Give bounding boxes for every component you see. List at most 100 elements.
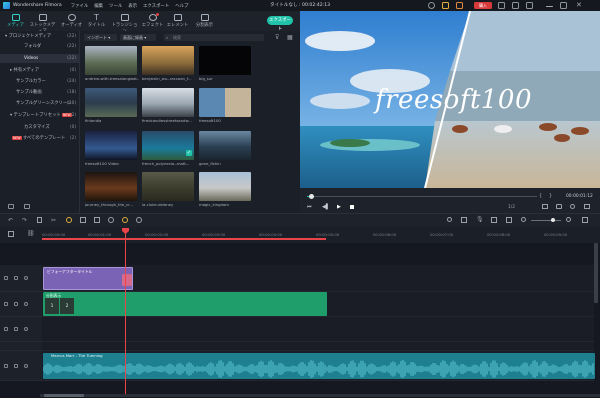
menu-edit[interactable]: 編集 (94, 3, 103, 9)
mark-in-icon[interactable]: { (539, 193, 542, 199)
horizontal-scrollbar[interactable] (40, 394, 600, 397)
undo-icon[interactable]: ↶ (8, 217, 13, 224)
lightbulb-icon[interactable] (442, 2, 449, 9)
cloud-icon[interactable] (428, 2, 435, 9)
playhead-line[interactable] (125, 231, 126, 394)
lock-icon[interactable] (14, 363, 18, 368)
play-icon[interactable]: ▶ (337, 204, 341, 210)
thumb-clip-4[interactable] (85, 88, 137, 117)
sidebar-item-folder[interactable]: フォルダ (22) (0, 42, 80, 51)
vertical-scrollbar[interactable] (594, 243, 598, 303)
zoom-select[interactable]: 1/2 (508, 205, 515, 210)
close-icon[interactable]: ✕ (576, 1, 582, 9)
microphone-icon[interactable]: 🎙 (476, 216, 484, 223)
thumb-clip-5[interactable] (142, 88, 194, 117)
fit-icon[interactable] (582, 217, 588, 223)
new-folder-icon[interactable] (8, 204, 14, 209)
sidebar-item-all-templates[interactable]: NEW すべてのテンプレート (2) (0, 134, 80, 143)
redo-icon[interactable]: ↷ (22, 217, 27, 224)
preview-scrubber[interactable] (309, 194, 314, 199)
user-icon[interactable] (498, 2, 505, 9)
sidebar-item-sample-video[interactable]: サンプル動画 (18) (0, 88, 80, 97)
crop-icon[interactable] (80, 217, 86, 223)
thumb-clip-12[interactable] (199, 172, 251, 201)
tab-stock-media[interactable]: ストックメディア (29, 12, 56, 34)
timer-icon[interactable] (108, 217, 114, 223)
folder-icon[interactable] (24, 204, 30, 209)
speaker-icon[interactable] (24, 363, 28, 368)
gift-icon[interactable] (456, 2, 463, 9)
zoom-slider[interactable] (531, 220, 561, 221)
zoom-in-icon[interactable] (566, 217, 571, 222)
grid-view-icon[interactable]: ▦ (287, 34, 293, 41)
thumb-clip-10[interactable] (85, 172, 137, 201)
search-input[interactable]: ⌕ 検索 (164, 34, 264, 41)
lock-icon[interactable] (14, 276, 18, 280)
cut-icon[interactable]: ✂ (51, 217, 56, 224)
render-icon[interactable] (447, 217, 452, 222)
snap-icon[interactable] (506, 217, 512, 223)
import-dropdown[interactable]: インポート ▾ (84, 34, 117, 41)
minimize-icon[interactable] (546, 6, 553, 7)
delete-icon[interactable] (37, 217, 42, 223)
voiceover-icon[interactable] (491, 217, 497, 223)
thumb-clip-2[interactable] (142, 46, 194, 75)
tab-titles[interactable]: T タイトル (83, 12, 110, 30)
sidebar-item-videos[interactable]: Videos (22) (0, 54, 80, 63)
maximize-icon[interactable] (560, 2, 567, 9)
tab-effects[interactable]: エフェクト (139, 12, 166, 30)
shield-icon[interactable] (461, 217, 467, 223)
export-button[interactable]: エクスポート (267, 16, 293, 32)
menu-tools[interactable]: ツール (109, 3, 122, 9)
menu-file[interactable]: ファイル (71, 3, 89, 9)
scrollbar-thumb[interactable] (44, 394, 84, 397)
sidebar-item-customize[interactable]: カスタマイズ (0) (0, 123, 80, 132)
thumb-clip-11[interactable] (142, 172, 194, 201)
tab-elements[interactable]: エレメント (164, 12, 191, 30)
lock-icon[interactable] (14, 302, 18, 306)
snapshot-icon[interactable] (556, 204, 562, 209)
tab-split-screen[interactable]: 分割表示 (191, 12, 218, 30)
audio-icon[interactable] (136, 217, 142, 223)
zoom-out-icon[interactable] (521, 217, 526, 222)
sidebar-item-sample-greenscreen[interactable]: サンプルグリーンスクリーン (10) (0, 99, 80, 108)
thumb-clip-1[interactable] (85, 46, 137, 75)
title-clip[interactable]: ビフォーアフタータイトル (43, 267, 133, 290)
save-icon[interactable] (512, 2, 519, 9)
sidebar-item-template-presets[interactable]: ▾ テンプレートプリセット NEW (2) (0, 111, 80, 120)
filter-icon[interactable]: ⊽ (275, 34, 279, 41)
eye-icon[interactable] (24, 276, 28, 280)
thumb-clip-6[interactable] (199, 88, 251, 117)
link-icon[interactable]: ⛓ (27, 230, 35, 237)
stop-icon[interactable] (350, 205, 354, 209)
tab-audio[interactable]: オーディオ (58, 12, 85, 30)
prev-frame-icon[interactable]: ⏮ (307, 204, 312, 210)
timeline-ruler[interactable]: ⛓ 00:00:00:00 00:00:01:00 00:00:02:00 00… (0, 227, 600, 243)
buy-button[interactable]: 購入 (474, 2, 492, 9)
eye-icon[interactable] (24, 327, 28, 331)
thumb-clip-3[interactable] (199, 46, 251, 75)
menu-help[interactable]: ヘルプ (175, 3, 188, 9)
mark-out-icon[interactable]: } (549, 193, 552, 199)
mail-icon[interactable] (526, 2, 533, 9)
zoom-slider-handle[interactable] (551, 218, 555, 222)
lock-icon[interactable] (14, 327, 18, 331)
menu-view[interactable]: 表示 (128, 3, 137, 9)
menu-export[interactable]: エクスポート (143, 3, 169, 9)
color-icon[interactable] (94, 217, 100, 223)
add-track-icon[interactable] (8, 231, 14, 237)
stabilize-icon[interactable] (122, 217, 128, 223)
preview-viewer[interactable]: freesoft100 (300, 11, 600, 188)
tab-transitions[interactable]: トランジション (111, 12, 138, 34)
fullscreen-icon[interactable] (584, 204, 590, 209)
sidebar-item-shared-media[interactable]: ▸ 共有メディア (0) (0, 66, 80, 75)
sidebar-item-sample-colors[interactable]: サンプルカラー (24) (0, 77, 80, 86)
thumb-clip-7[interactable] (85, 131, 137, 160)
speed-icon[interactable] (66, 217, 72, 223)
thumb-clip-9[interactable] (199, 131, 251, 160)
preview-progress-track[interactable] (307, 196, 537, 197)
volume-icon[interactable] (570, 204, 575, 209)
step-back-icon[interactable]: ◀▌ (322, 204, 330, 210)
record-dropdown[interactable]: 画面に録画 ▾ (120, 34, 156, 41)
eye-icon[interactable] (24, 302, 28, 306)
